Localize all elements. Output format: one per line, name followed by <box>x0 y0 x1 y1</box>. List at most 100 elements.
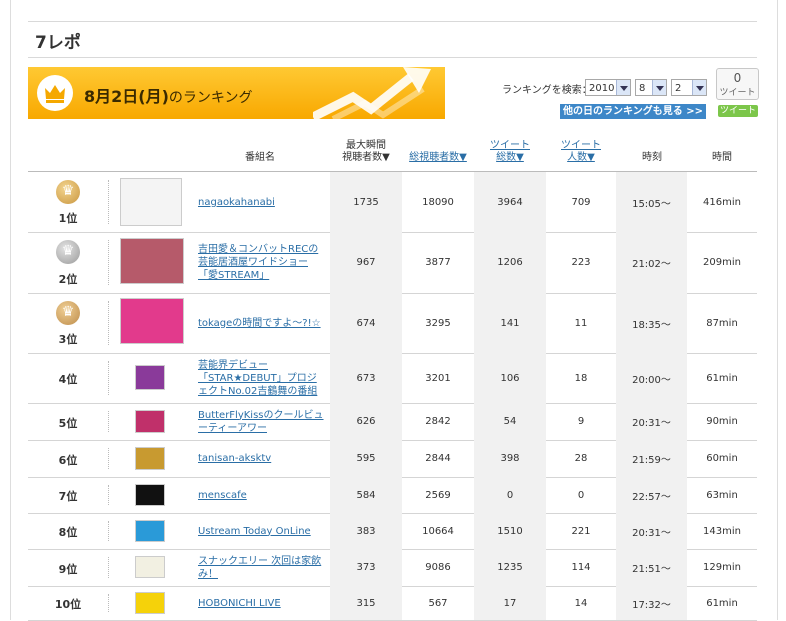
chevron-down-icon <box>616 80 630 95</box>
tweet-count-label: ツイート <box>719 88 756 98</box>
cell-total: 3877 <box>425 257 451 268</box>
cell-duration: 209min <box>703 257 741 268</box>
program-name-link[interactable]: スナックエリー 次回は家飲み！ <box>198 549 326 586</box>
dotted-divider <box>108 301 109 345</box>
program-name[interactable]: 吉田愛＆コンバットRECの芸能居酒屋ワイドショー「愛STREAM」 <box>198 243 326 282</box>
cell-peak: 584 <box>330 477 402 513</box>
program-thumbnail[interactable] <box>120 178 182 226</box>
program-name-link[interactable]: tanisan-aksktv <box>198 440 326 477</box>
col-peak-viewers[interactable]: 最大瞬間 視聴者数▼ <box>330 140 402 164</box>
cell-duration: 87min <box>706 317 738 329</box>
dotted-divider <box>108 485 109 505</box>
cell-tweets: 1510 <box>474 513 546 549</box>
dotted-divider <box>108 411 109 432</box>
program-name[interactable]: tokageの時間ですよ〜?!☆ <box>198 317 321 330</box>
program-name[interactable]: nagaokahanabi <box>198 196 275 209</box>
program-thumbnail[interactable] <box>135 592 165 614</box>
cell-time: 18:35〜 <box>616 293 687 353</box>
cell-total: 18090 <box>422 196 454 208</box>
cell-time: 17:32〜 <box>616 586 687 620</box>
col-duration: 時間 <box>712 152 732 163</box>
cell-people: 709 <box>571 196 591 208</box>
dotted-divider <box>108 240 109 285</box>
gold-medal-icon <box>56 180 80 204</box>
cell-people: 18 <box>574 372 588 384</box>
cell-total: 3295 <box>425 317 451 329</box>
program-name-link[interactable]: nagaokahanabi <box>198 172 326 232</box>
program-name[interactable]: 芸能界デビュー「STAR★DEBUT」プロジェクトNo.02吉鶴舞の番組 <box>198 359 326 398</box>
program-thumbnail[interactable] <box>120 298 184 344</box>
program-thumbnail[interactable] <box>135 365 165 390</box>
dotted-divider <box>108 521 109 541</box>
cell-time: 21:51〜 <box>616 549 687 586</box>
program-name[interactable]: Ustream Today OnLine <box>198 525 311 538</box>
program-name-link[interactable]: tokageの時間ですよ〜?!☆ <box>198 293 326 353</box>
program-name-link[interactable]: menscafe <box>198 477 326 513</box>
rank-cell: 2位 <box>28 232 108 293</box>
cell-time: 20:31〜 <box>616 403 687 440</box>
cell-time: 22:57〜 <box>616 477 687 513</box>
program-name-link[interactable]: HOBONICHI LIVE <box>198 586 326 620</box>
cell-peak: 626 <box>330 403 402 440</box>
program-name-link[interactable]: ButterFlyKissのクールビューティーアワー <box>198 403 326 440</box>
program-name[interactable]: ButterFlyKissのクールビューティーアワー <box>198 409 326 435</box>
rank-cell: 3位 <box>28 293 108 353</box>
rank-label: 3位 <box>58 333 78 346</box>
col-tweet-total[interactable]: ツイート 総数▼ <box>474 140 546 164</box>
program-name[interactable]: tanisan-aksktv <box>198 452 271 465</box>
program-thumbnail[interactable] <box>135 447 165 470</box>
chevron-down-icon <box>652 80 666 95</box>
cell-total: 3201 <box>425 372 451 384</box>
table-row: 7位 menscafe 584 2569 0 0 22:57〜 63min <box>28 477 757 514</box>
rank-cell: 9位 <box>28 549 108 586</box>
table-row: 2位 吉田愛＆コンバットRECの芸能居酒屋ワイドショー「愛STREAM」967 38… <box>28 232 757 294</box>
other-day-ranking-button[interactable]: 他の日のランキングも見る >> <box>560 104 706 119</box>
cell-tweets: 1206 <box>474 232 546 293</box>
program-name[interactable]: menscafe <box>198 489 247 502</box>
cell-duration: 60min <box>706 453 738 464</box>
tweet-count-box[interactable]: 0 ツイート <box>716 68 759 100</box>
program-name[interactable]: スナックエリー 次回は家飲み！ <box>198 555 326 581</box>
cell-peak: 595 <box>330 440 402 477</box>
col-total-viewers[interactable]: 総視聴者数▼ <box>402 152 474 164</box>
rank-label: 8位 <box>58 526 78 539</box>
cell-peak: 673 <box>330 353 402 403</box>
cell-total: 2844 <box>425 453 451 464</box>
program-thumbnail[interactable] <box>135 556 165 578</box>
table-row: 3位 tokageの時間ですよ〜?!☆ 674 3295 141 11 18:35〜 87mi… <box>28 293 757 354</box>
rank-label: 4位 <box>58 373 78 386</box>
program-thumbnail[interactable] <box>135 484 165 506</box>
program-thumbnail[interactable] <box>135 520 165 542</box>
cell-total: 9086 <box>425 562 451 573</box>
cell-tweets: 1235 <box>474 549 546 586</box>
cell-total: 567 <box>428 597 448 609</box>
page-title: 7レポ <box>35 33 81 53</box>
program-name[interactable]: HOBONICHI LIVE <box>198 597 281 610</box>
day-select[interactable]: 2 <box>671 79 707 96</box>
cell-tweets: 0 <box>474 477 546 513</box>
col-tweet-people[interactable]: ツイート 人数▼ <box>545 140 617 164</box>
cell-time: 20:00〜 <box>616 353 687 403</box>
table-row: 4位 芸能界デビュー「STAR★DEBUT」プロジェクトNo.02吉鶴舞の番組 67… <box>28 353 757 404</box>
cell-people: 114 <box>571 562 591 573</box>
program-name-link[interactable]: 芸能界デビュー「STAR★DEBUT」プロジェクトNo.02吉鶴舞の番組 <box>198 353 326 403</box>
month-select[interactable]: 8 <box>635 79 667 96</box>
cell-total: 2569 <box>425 489 451 501</box>
rank-cell: 10位 <box>28 586 108 620</box>
year-select[interactable]: 2010 <box>585 79 631 96</box>
bronze-medal-icon <box>56 301 80 325</box>
program-thumbnail[interactable] <box>135 410 165 433</box>
program-name-link[interactable]: 吉田愛＆コンバットRECの芸能居酒屋ワイドショー「愛STREAM」 <box>198 232 326 293</box>
chevron-down-icon <box>692 80 706 95</box>
program-name-link[interactable]: Ustream Today OnLine <box>198 513 326 549</box>
program-thumbnail[interactable] <box>120 238 184 284</box>
tweet-button[interactable]: ツイート <box>718 105 758 117</box>
cell-peak: 315 <box>330 586 402 620</box>
cell-people: 9 <box>577 416 585 427</box>
dotted-divider <box>108 448 109 469</box>
rank-cell: 1位 <box>28 172 108 232</box>
cell-total: 2842 <box>425 416 451 427</box>
rank-cell: 7位 <box>28 477 108 513</box>
cell-tweets: 106 <box>474 353 546 403</box>
cell-peak: 1735 <box>330 172 402 232</box>
